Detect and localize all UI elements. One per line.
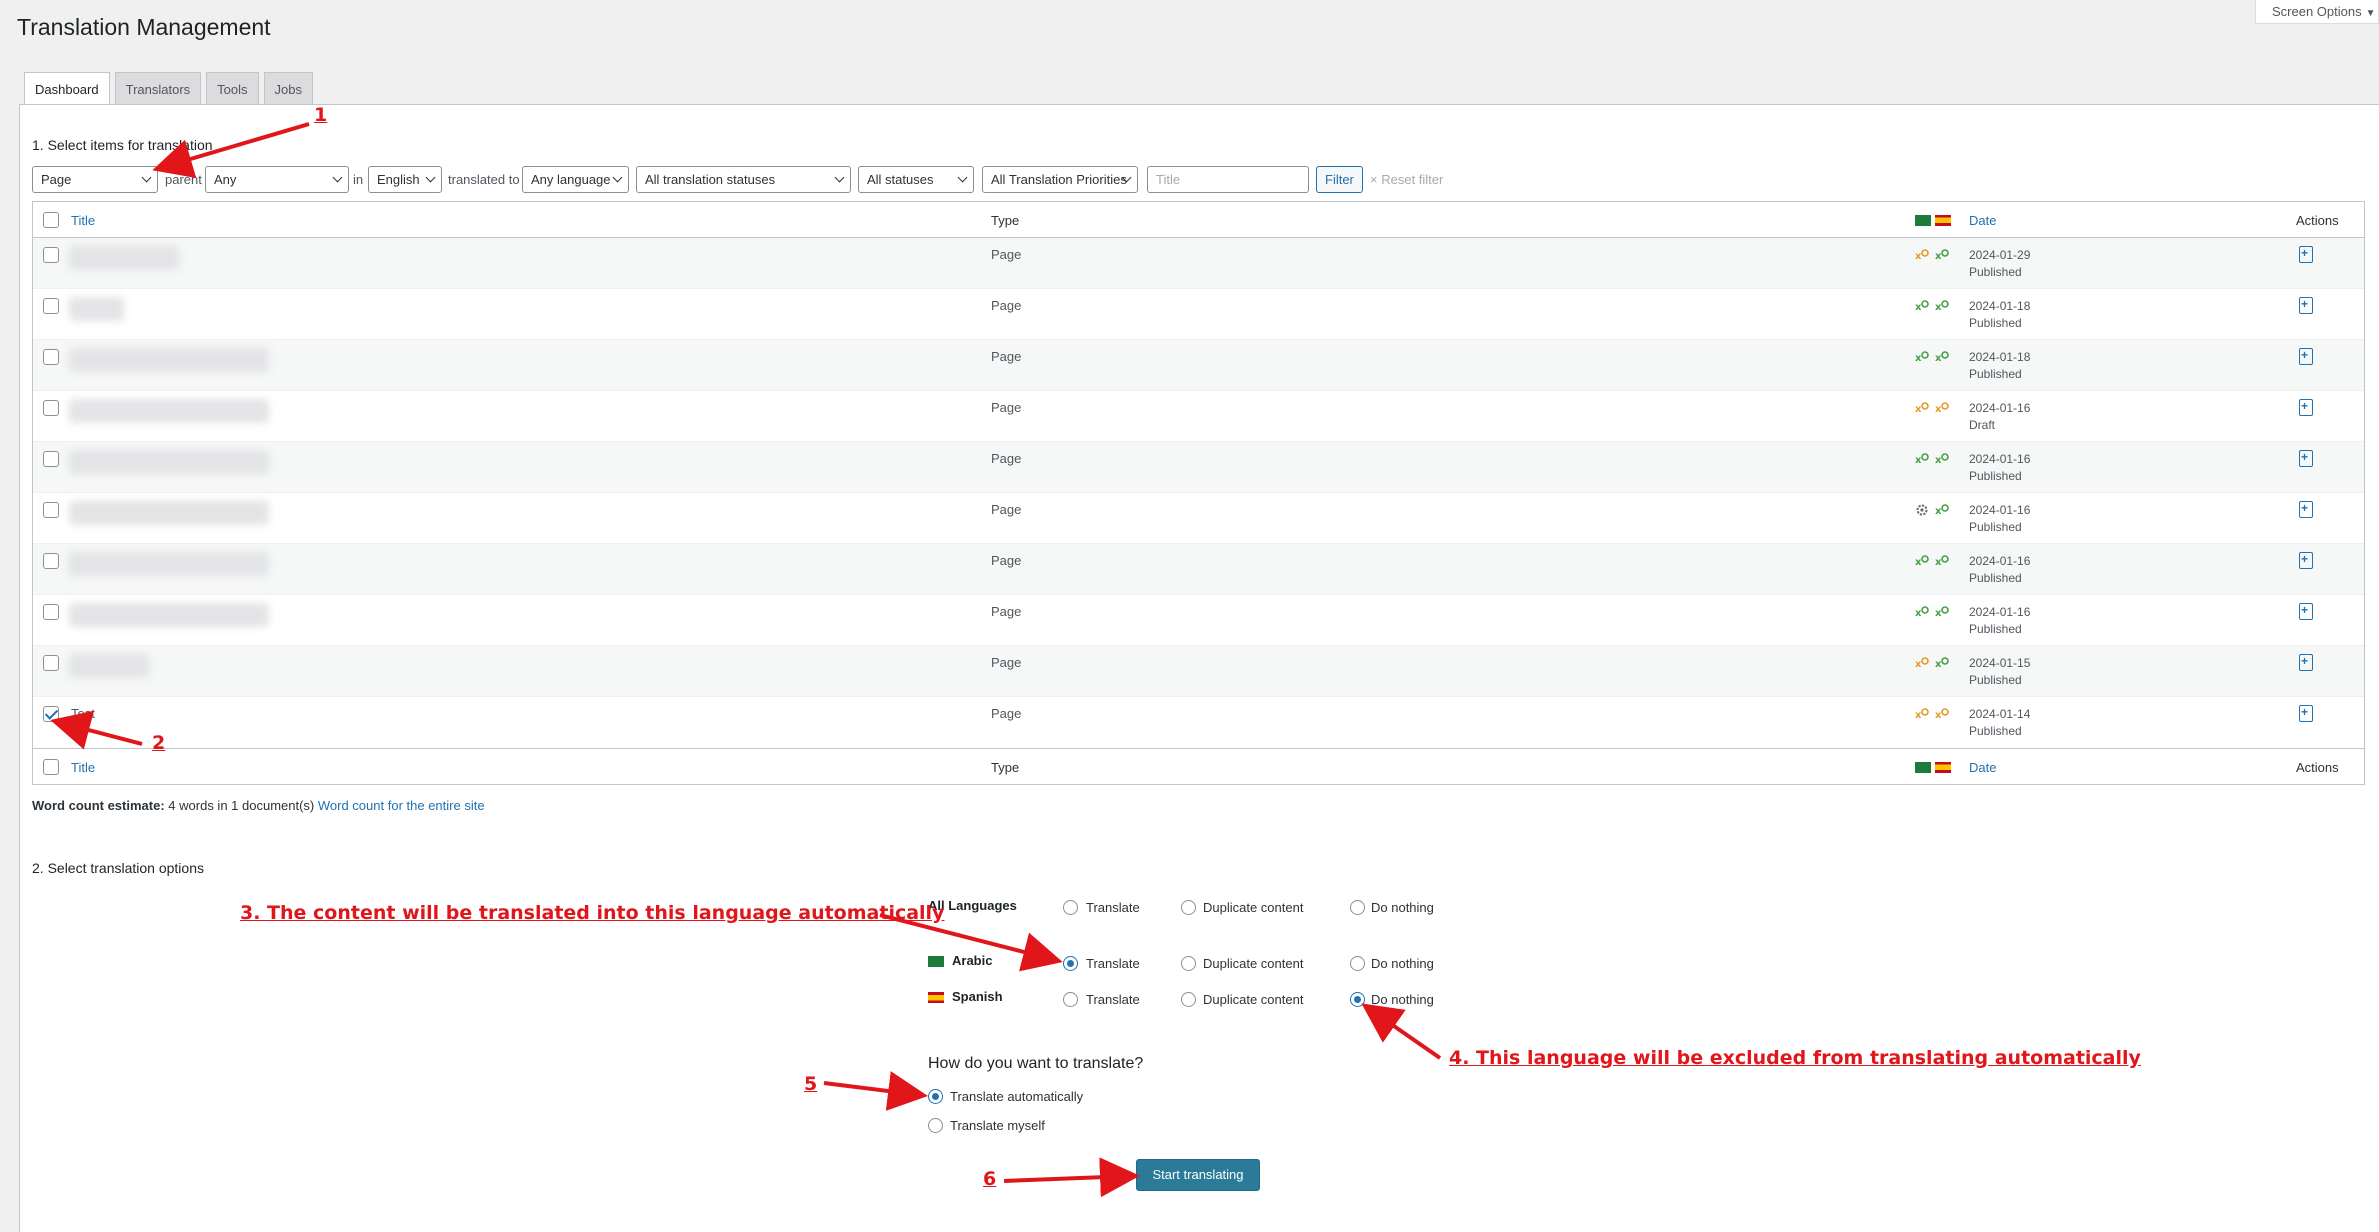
- annotation-arrow-2: [50, 710, 143, 750]
- annotation-5: 5: [804, 1073, 818, 1095]
- annotation-2: 2: [152, 732, 166, 754]
- annotation-4: 4. This language will be excluded from t…: [1449, 1047, 2141, 1069]
- annotation-1: 1: [314, 104, 328, 126]
- annotation-arrow-4: [1361, 1003, 1442, 1060]
- annotation-arrow-6: [1003, 1157, 1140, 1198]
- annotation-3: 3. The content will be translated into t…: [240, 902, 945, 924]
- annotation-arrow-1: [152, 122, 310, 179]
- annotation-arrow-5: [823, 1071, 928, 1111]
- annotation-6: 6: [983, 1168, 997, 1190]
